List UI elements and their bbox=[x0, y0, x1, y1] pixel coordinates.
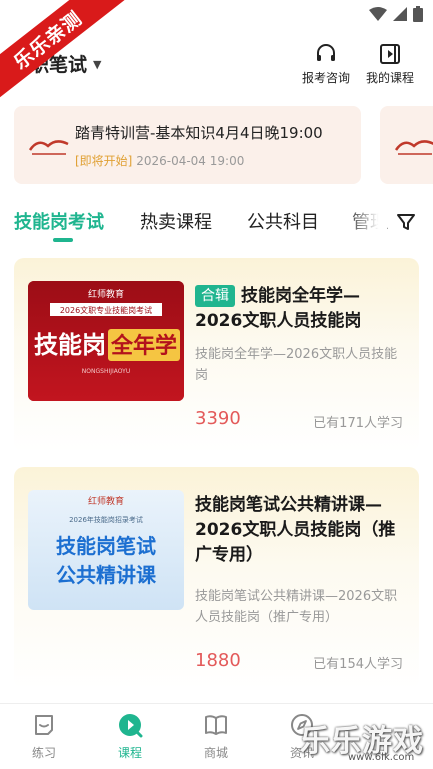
course-thumbnail: 红师教育 2026年技能岗招录考试 技能岗笔试 公共精讲课 bbox=[28, 490, 184, 610]
brand-logo-icon bbox=[394, 140, 433, 155]
live-status-tag: [即将开始] bbox=[75, 154, 133, 168]
nav-practice[interactable]: 练习 bbox=[14, 712, 74, 761]
tab-public-subjects[interactable]: 公共科目 bbox=[247, 208, 319, 234]
bundle-badge: 合辑 bbox=[195, 285, 235, 307]
tab-hot-courses[interactable]: 热卖课程 bbox=[140, 208, 212, 234]
caret-down-icon: ▼ bbox=[93, 58, 102, 71]
battery-icon bbox=[413, 6, 423, 22]
thumb-main-a: 技能岗 bbox=[34, 331, 106, 359]
nav-practice-label: 练习 bbox=[31, 746, 56, 760]
tab-skill-exam[interactable]: 技能岗考试 bbox=[14, 208, 104, 234]
thumb-line1: 技能岗笔试 bbox=[56, 534, 156, 558]
course-card[interactable]: 红师教育 2026年技能岗招录考试 技能岗笔试 公共精讲课 技能岗笔试公共精讲课… bbox=[14, 467, 419, 689]
tab-active-indicator bbox=[53, 238, 73, 242]
headset-icon bbox=[317, 44, 335, 61]
tabs-fade-overlay bbox=[345, 204, 387, 240]
practice-icon bbox=[35, 715, 53, 735]
learner-count: 已有171人学习 bbox=[313, 416, 403, 431]
thumb-main-b: 全年学 bbox=[110, 333, 177, 359]
thumb-brand: 红师教育 bbox=[88, 495, 124, 507]
course-description: 技能岗笔试公共精讲课—2026文职人员技能岗（推广专用） bbox=[195, 589, 398, 625]
course-title: 合辑 技能岗全年学—2026文职人员技能岗 bbox=[195, 284, 407, 334]
live-session-card-next[interactable] bbox=[380, 106, 433, 184]
course-price: 3390 bbox=[195, 408, 241, 429]
learner-count: 已有154人学习 bbox=[313, 657, 403, 672]
nav-courses-label: 课程 bbox=[117, 746, 142, 760]
course-play-icon bbox=[119, 714, 143, 738]
live-datetime: 2026-04-04 19:00 bbox=[136, 154, 245, 168]
my-courses-label: 我的课程 bbox=[366, 71, 415, 85]
course-title: 技能岗笔试公共精讲课—2026文职人员技能岗（推广专用） bbox=[195, 495, 396, 565]
site-watermark-url: www.6lk.com bbox=[348, 752, 415, 763]
thumb-subtitle: 2026年技能岗招录考试 bbox=[69, 515, 143, 524]
signal-icon bbox=[393, 7, 407, 21]
video-play-icon bbox=[380, 44, 400, 64]
live-session-title: 踏青特训营-基本知识4月4日晚19:00 bbox=[75, 124, 323, 142]
live-session-status: [即将开始] 2026-04-04 19:00 bbox=[75, 152, 244, 169]
thumb-pinyin: NONGSHIJIAOYU bbox=[82, 368, 130, 375]
consult-label: 报考咨询 bbox=[302, 71, 351, 85]
nav-shop[interactable]: 商城 bbox=[186, 712, 246, 761]
thumb-subtitle: 2026文职专业技能岗考试 bbox=[60, 305, 152, 315]
wifi-icon bbox=[369, 7, 387, 21]
thumb-line2: 公共精讲课 bbox=[56, 563, 157, 587]
my-courses-button[interactable]: 我的课程 bbox=[366, 42, 414, 86]
course-description: 技能岗全年学—2026文职人员技能岗 bbox=[195, 347, 398, 383]
course-thumbnail: 红师教育 2026文职专业技能岗考试 技能岗 全年学 NONGSHIJIAOYU bbox=[28, 281, 184, 401]
thumb-brand: 红师教育 bbox=[88, 288, 124, 300]
nav-courses[interactable]: 课程 bbox=[100, 712, 160, 761]
live-session-card[interactable]: 踏青特训营-基本知识4月4日晚19:00 [即将开始] 2026-04-04 1… bbox=[14, 106, 361, 184]
consult-button[interactable]: 报考咨询 bbox=[302, 42, 350, 86]
course-price: 1880 bbox=[195, 650, 241, 671]
category-tabs: 技能岗考试 热卖课程 公共科目 管理 bbox=[0, 204, 433, 244]
nav-shop-label: 商城 bbox=[203, 746, 228, 760]
filter-icon[interactable] bbox=[396, 212, 416, 232]
brand-logo-icon bbox=[28, 140, 69, 155]
course-card[interactable]: 红师教育 2026文职专业技能岗考试 技能岗 全年学 NONGSHIJIAOYU… bbox=[14, 258, 419, 452]
shop-book-icon bbox=[205, 715, 227, 735]
